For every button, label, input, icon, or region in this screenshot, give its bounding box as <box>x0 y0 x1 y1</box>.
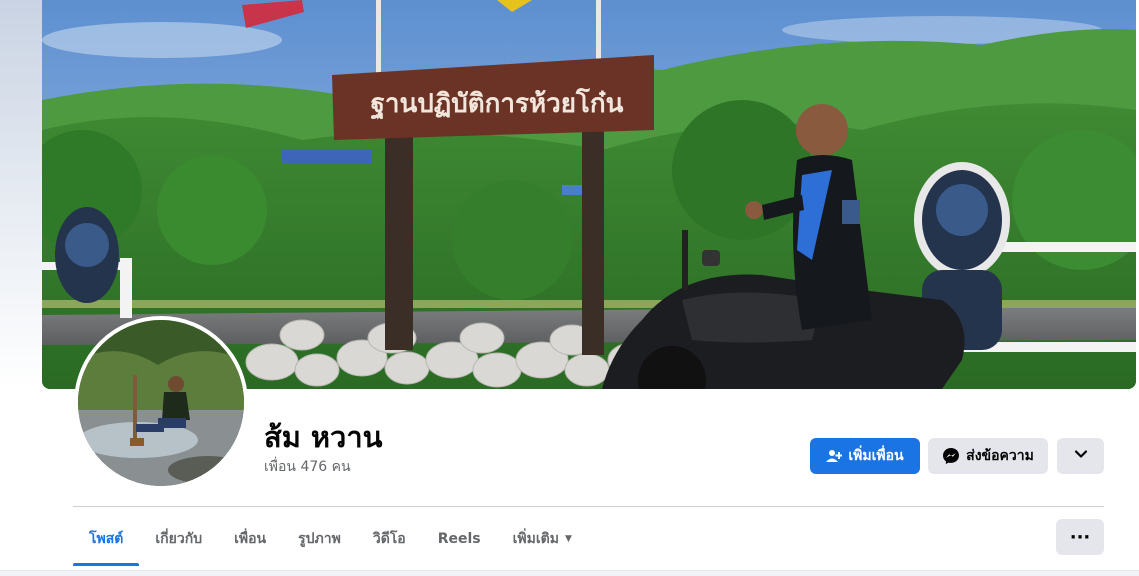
background-fade <box>0 0 42 390</box>
profile-tabs: โพสต์ เกี่ยวกับ เพื่อน รูปภาพ วิดีโอ Ree… <box>73 512 588 566</box>
header-divider <box>73 506 1104 507</box>
tab-label: Reels <box>437 531 481 547</box>
send-message-label: ส่งข้อความ <box>966 448 1034 464</box>
profile-page: ฐานปฏิบัติการห้วยโก๋น ส้ม หวาน เพื่อน 47… <box>0 0 1139 576</box>
page-bottom-edge <box>0 570 1139 576</box>
add-friend-label: เพิ่มเพื่อน <box>848 448 904 464</box>
tab-videos[interactable]: วิดีโอ <box>357 512 422 566</box>
tab-label: เกี่ยวกับ <box>155 531 203 547</box>
tab-posts[interactable]: โพสต์ <box>73 512 140 566</box>
profile-avatar[interactable] <box>74 316 248 490</box>
tab-label: เพื่อน <box>234 531 267 547</box>
profile-actions-dropdown-button[interactable] <box>1057 438 1104 474</box>
tab-label: รูปภาพ <box>298 531 341 547</box>
add-friend-icon <box>826 448 843 464</box>
tab-about[interactable]: เกี่ยวกับ <box>139 512 218 566</box>
tab-friends[interactable]: เพื่อน <box>218 512 282 566</box>
chevron-down-icon <box>1074 447 1088 465</box>
tab-photos[interactable]: รูปภาพ <box>282 512 357 566</box>
avatar-photo <box>78 320 244 486</box>
tab-label: วิดีโอ <box>372 531 406 547</box>
caret-down-icon: ▼ <box>564 534 572 544</box>
more-options-button[interactable]: ··· <box>1056 519 1104 555</box>
ellipsis-icon: ··· <box>1069 526 1091 548</box>
tab-label: เพิ่มเติม <box>512 531 559 547</box>
add-friend-button[interactable]: เพิ่มเพื่อน <box>810 438 920 474</box>
tab-label: โพสต์ <box>89 531 124 547</box>
tab-more[interactable]: เพิ่มเติม ▼ <box>497 512 588 566</box>
tab-reels[interactable]: Reels <box>422 512 497 566</box>
messenger-icon <box>942 447 960 465</box>
send-message-button[interactable]: ส่งข้อความ <box>928 438 1048 474</box>
cover-sign-text: ฐานปฏิบัติการห้วยโก๋น <box>371 87 624 121</box>
profile-name: ส้ม หวาน <box>264 420 383 454</box>
friend-count-link[interactable]: เพื่อน 476 คน <box>264 456 351 478</box>
